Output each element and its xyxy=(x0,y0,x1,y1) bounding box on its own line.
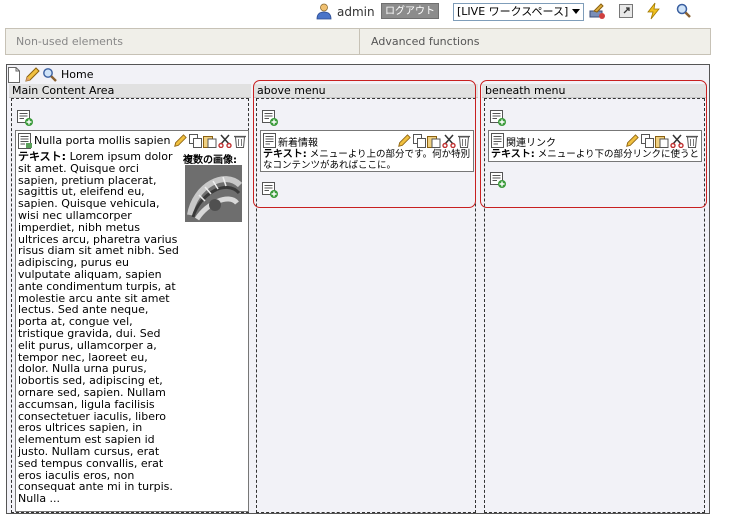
cut-icon[interactable] xyxy=(218,134,232,148)
search-icon[interactable] xyxy=(675,2,693,20)
delete-icon[interactable] xyxy=(233,134,247,148)
staircase-image xyxy=(185,165,242,222)
element-header: Nulla porta mollis sapien xyxy=(18,133,246,149)
top-toolbar: admin ログアウト [LIVE ワークスペース] xyxy=(0,0,732,24)
magnifier-icon[interactable] xyxy=(42,67,58,83)
workspace-select[interactable]: [LIVE ワークスペース] xyxy=(453,3,584,21)
element-toolbar xyxy=(173,134,248,148)
copy-icon[interactable] xyxy=(189,134,203,148)
chevron-down-icon xyxy=(572,9,580,14)
area-title-main: Main Content Area xyxy=(9,84,251,98)
workspace-select-value: [LIVE ワークスペース] xyxy=(457,5,569,18)
edit-icon[interactable] xyxy=(173,134,187,148)
publish-icon[interactable] xyxy=(588,2,606,20)
advanced-functions-tab[interactable]: Advanced functions xyxy=(361,29,710,54)
text-image-element-icon xyxy=(18,133,32,149)
logout-button[interactable]: ログアウト xyxy=(381,3,439,19)
element-text-body: テキスト: Lorem ipsum dolor sit amet. Quisqu… xyxy=(18,151,180,505)
add-element-icon[interactable] xyxy=(17,110,33,126)
lightning-icon[interactable] xyxy=(645,2,663,20)
non-used-elements-tab[interactable]: Non-used elements xyxy=(6,29,360,54)
main-content-area: Main Content Area Nulla porta mollis sap… xyxy=(9,84,251,513)
element-title: Nulla porta mollis sapien xyxy=(34,134,171,147)
pencil-icon[interactable] xyxy=(24,67,40,83)
above-menu-highlight xyxy=(253,80,476,208)
text-field-value: Lorem ipsum dolor sit amet. Quisque orci… xyxy=(18,150,179,506)
username-label: admin xyxy=(337,5,375,19)
panel-bar: Non-used elements Advanced functions xyxy=(5,28,711,55)
content-element-main: Nulla porta mollis sapien テキスト: Lorem ip… xyxy=(15,130,249,512)
image-field-label: 複数の画像: xyxy=(183,155,237,166)
user-icon xyxy=(316,3,332,20)
breadcrumb-home[interactable]: Home xyxy=(61,68,93,81)
paste-icon[interactable] xyxy=(203,134,217,148)
page-icon[interactable] xyxy=(7,67,21,83)
popout-icon[interactable] xyxy=(617,2,635,20)
beneath-menu-highlight xyxy=(480,80,707,208)
